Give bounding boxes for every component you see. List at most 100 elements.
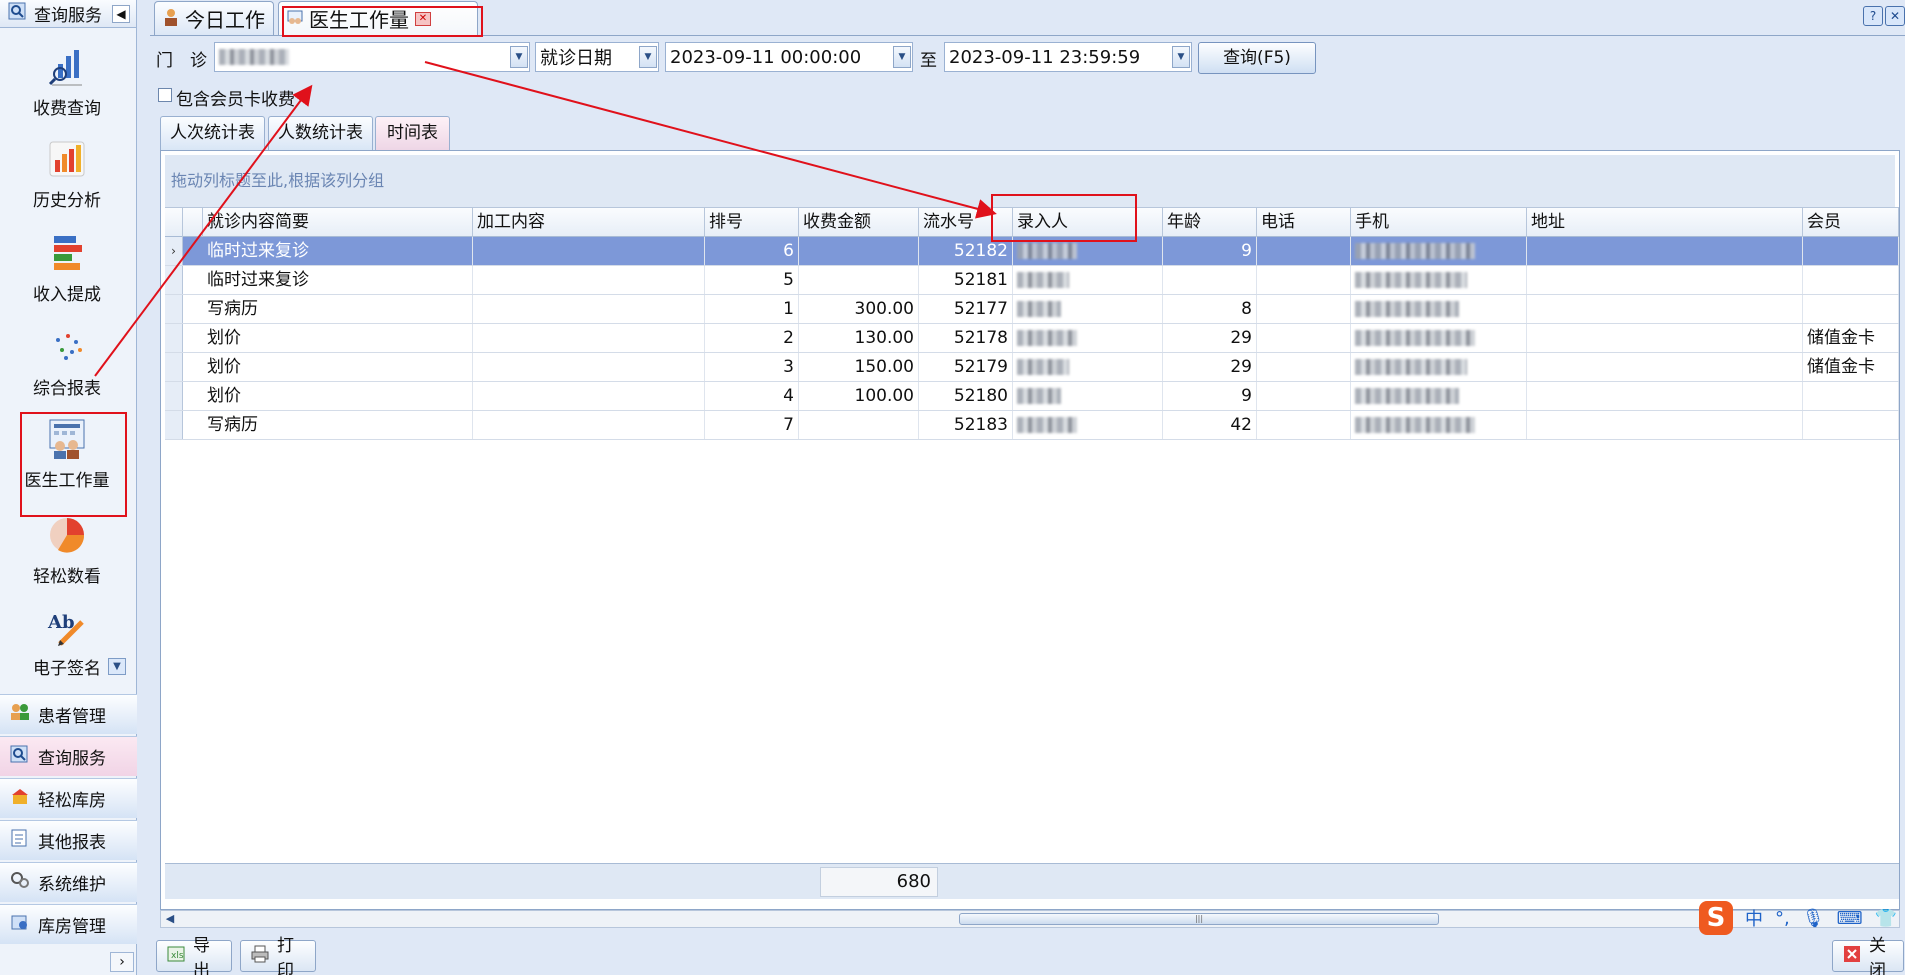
skin-icon[interactable]: 👕 <box>1875 908 1897 929</box>
table-cell: 1 <box>705 295 799 323</box>
sidebar-item-comprehensive-report[interactable]: 综合报表 <box>0 326 134 399</box>
print-label: 打印 <box>277 936 294 975</box>
table-cell <box>473 353 705 381</box>
user-icon <box>163 7 179 31</box>
column-header[interactable]: 收费金额 <box>799 208 919 237</box>
sidebar-group-easy-warehouse[interactable]: 轻松库房 <box>0 778 137 818</box>
ime-chinese-mode[interactable]: 中 <box>1745 905 1763 931</box>
column-header[interactable]: 加工内容 <box>473 208 705 237</box>
table-cell <box>1527 411 1803 439</box>
column-header[interactable]: 电话 <box>1257 208 1351 237</box>
row-indicator[interactable] <box>165 382 183 410</box>
export-button[interactable]: xls 导出 <box>156 936 232 975</box>
table-cell <box>1527 353 1803 381</box>
sidebar-item-label: 收入提成 <box>33 285 101 305</box>
member-card-checkbox[interactable] <box>158 88 172 102</box>
table-cell: 划价 <box>203 382 473 410</box>
sidebar-item-fee-query[interactable]: 收费查询 <box>0 46 134 119</box>
tab-patient-count[interactable]: 人数统计表 <box>268 116 373 150</box>
column-header[interactable]: 手机 <box>1351 208 1527 237</box>
ime-logo-icon[interactable]: S <box>1699 901 1733 935</box>
row-indicator[interactable] <box>165 295 183 323</box>
table-row[interactable]: 划价 3 150.00 52179 29 储值金卡 <box>165 353 1899 382</box>
table-cell <box>1527 382 1803 410</box>
sidebar-item-label: 历史分析 <box>33 191 101 211</box>
collapse-sidebar-button[interactable]: ◀ <box>112 5 130 23</box>
table-cell <box>1803 295 1899 323</box>
tab-today-work[interactable]: 今日工作 <box>154 1 274 35</box>
close-icon[interactable]: ✕ <box>1885 6 1905 26</box>
row-indicator[interactable] <box>165 266 183 294</box>
redacted-value <box>1355 272 1467 288</box>
table-cell: 52181 <box>919 266 1013 294</box>
table-cell: 4 <box>705 382 799 410</box>
table-cell <box>473 411 705 439</box>
table-row[interactable]: 写病历 7 52183 42 <box>165 411 1899 440</box>
chevron-down-icon[interactable]: ▼ <box>510 46 528 68</box>
table-cell: 划价 <box>203 353 473 381</box>
table-row[interactable]: 临时过来复诊 5 52181 <box>165 266 1899 295</box>
table-cell: 7 <box>705 411 799 439</box>
column-header[interactable]: 排号 <box>705 208 799 237</box>
row-indicator-header <box>165 208 183 237</box>
sidebar-item-easy-view[interactable]: 轻松数看 <box>0 514 134 587</box>
export-label: 导出 <box>193 936 210 975</box>
redacted-value <box>1017 272 1069 288</box>
ime-punctuation-icon[interactable]: °, <box>1775 908 1790 929</box>
annotation-box-column <box>991 194 1137 242</box>
table-cell <box>1351 353 1527 381</box>
table-cell: 300.00 <box>799 295 919 323</box>
sidebar-group-other-reports[interactable]: 其他报表 <box>0 820 137 860</box>
keyboard-icon[interactable]: ⌨ <box>1837 908 1863 929</box>
sidebar-group-query-service[interactable]: 查询服务 <box>0 736 137 776</box>
sidebar-group-patient-management[interactable]: 患者管理 <box>0 694 137 734</box>
table-cell <box>1803 266 1899 294</box>
chevron-down-icon[interactable]: ▼ <box>639 46 657 68</box>
chevron-down-icon[interactable]: ▼ <box>893 46 911 68</box>
clinic-label: 门 诊 <box>156 51 207 71</box>
print-button[interactable]: 打印 <box>240 936 316 975</box>
table-cell: 储值金卡 <box>1803 353 1899 381</box>
start-time-picker[interactable]: 2023-09-11 00:00:00 ▼ <box>665 42 913 72</box>
table-cell <box>1257 324 1351 352</box>
chevron-down-icon[interactable]: ▼ <box>1172 46 1190 68</box>
tab-visit-count[interactable]: 人次统计表 <box>160 116 265 150</box>
table-row[interactable]: 划价 2 130.00 52178 29 储值金卡 <box>165 324 1899 353</box>
tab-timetable[interactable]: 时间表 <box>375 116 450 150</box>
end-time-picker[interactable]: 2023-09-11 23:59:59 ▼ <box>944 42 1192 72</box>
sidebar-group-label: 系统维护 <box>38 875 106 895</box>
sidebar-group-store-management[interactable]: 库房管理 <box>0 904 137 944</box>
microphone-icon[interactable]: 🎙 <box>1802 908 1825 929</box>
settings-icon <box>10 871 30 894</box>
horizontal-scrollbar[interactable]: ◀ ||| <box>160 910 1900 928</box>
sidebar-item-income-commission[interactable]: 收入提成 <box>0 232 134 305</box>
table-cell: 储值金卡 <box>1803 324 1899 352</box>
clinic-select[interactable]: ▼ <box>214 42 530 72</box>
row-indicator[interactable] <box>165 353 183 381</box>
scroll-left-icon[interactable]: ◀ <box>163 912 177 926</box>
table-cell <box>1013 353 1163 381</box>
table-cell: 写病历 <box>203 411 473 439</box>
date-type-select[interactable]: 就诊日期 ▼ <box>535 42 659 72</box>
chevron-down-icon[interactable]: ▼ <box>108 658 126 675</box>
table-cell <box>1257 353 1351 381</box>
column-header[interactable]: 年龄 <box>1163 208 1257 237</box>
expand-panel-button[interactable]: › <box>110 952 134 972</box>
row-indicator[interactable] <box>165 411 183 439</box>
sidebar-item-history-analysis[interactable]: 历史分析 <box>0 138 134 211</box>
column-header[interactable]: 地址 <box>1527 208 1803 237</box>
sidebar-group-system-maintenance[interactable]: 系统维护 <box>0 862 137 902</box>
column-header[interactable]: 就诊内容简要 <box>203 208 473 237</box>
table-row[interactable]: 写病历 1 300.00 52177 8 <box>165 295 1899 324</box>
close-button[interactable]: 关闭 <box>1832 936 1904 975</box>
table-cell <box>1013 382 1163 410</box>
column-header[interactable]: 会员 <box>1803 208 1899 237</box>
table-cell <box>473 382 705 410</box>
scrollbar-thumb[interactable]: ||| <box>959 913 1439 925</box>
current-row-indicator-icon[interactable]: › <box>165 237 183 265</box>
row-indicator[interactable] <box>165 324 183 352</box>
table-row[interactable]: 划价 4 100.00 52180 9 <box>165 382 1899 411</box>
query-button[interactable]: 查询(F5) <box>1198 42 1316 74</box>
help-icon[interactable]: ? <box>1863 6 1883 26</box>
redacted-value <box>1355 417 1475 433</box>
